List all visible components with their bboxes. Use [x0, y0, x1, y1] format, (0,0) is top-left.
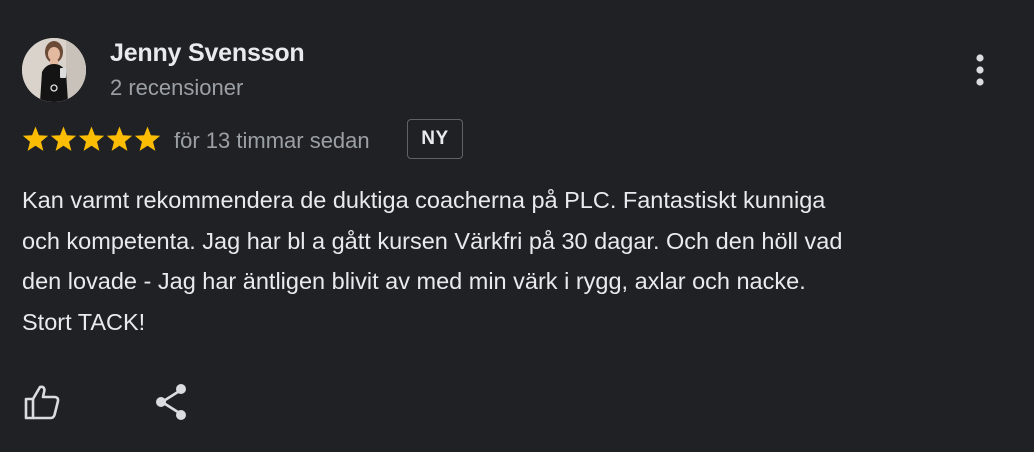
avatar[interactable]	[22, 38, 86, 102]
like-button[interactable]	[20, 380, 64, 424]
review-text: Kan varmt rekommendera de duktiga coache…	[22, 187, 843, 335]
star-icon	[50, 126, 77, 151]
share-icon	[156, 384, 186, 420]
avatar-image	[22, 38, 86, 102]
share-button[interactable]	[150, 380, 194, 424]
star-icon	[78, 126, 105, 151]
author-review-count[interactable]: 2 recensioner	[110, 75, 243, 101]
star-rating	[22, 124, 161, 156]
star-icon	[106, 126, 133, 151]
more-vert-icon	[976, 54, 984, 86]
more-options-button[interactable]	[960, 50, 1000, 90]
thumb-up-icon	[24, 385, 60, 420]
star-icon	[22, 126, 49, 151]
new-badge: NY	[407, 119, 463, 159]
star-icon	[134, 126, 161, 151]
author-name[interactable]: Jenny Svensson	[110, 39, 305, 68]
review-card: Jenny Svensson 2 recensioner för 13 timm…	[0, 0, 1034, 452]
review-time: för 13 timmar sedan	[174, 128, 370, 153]
